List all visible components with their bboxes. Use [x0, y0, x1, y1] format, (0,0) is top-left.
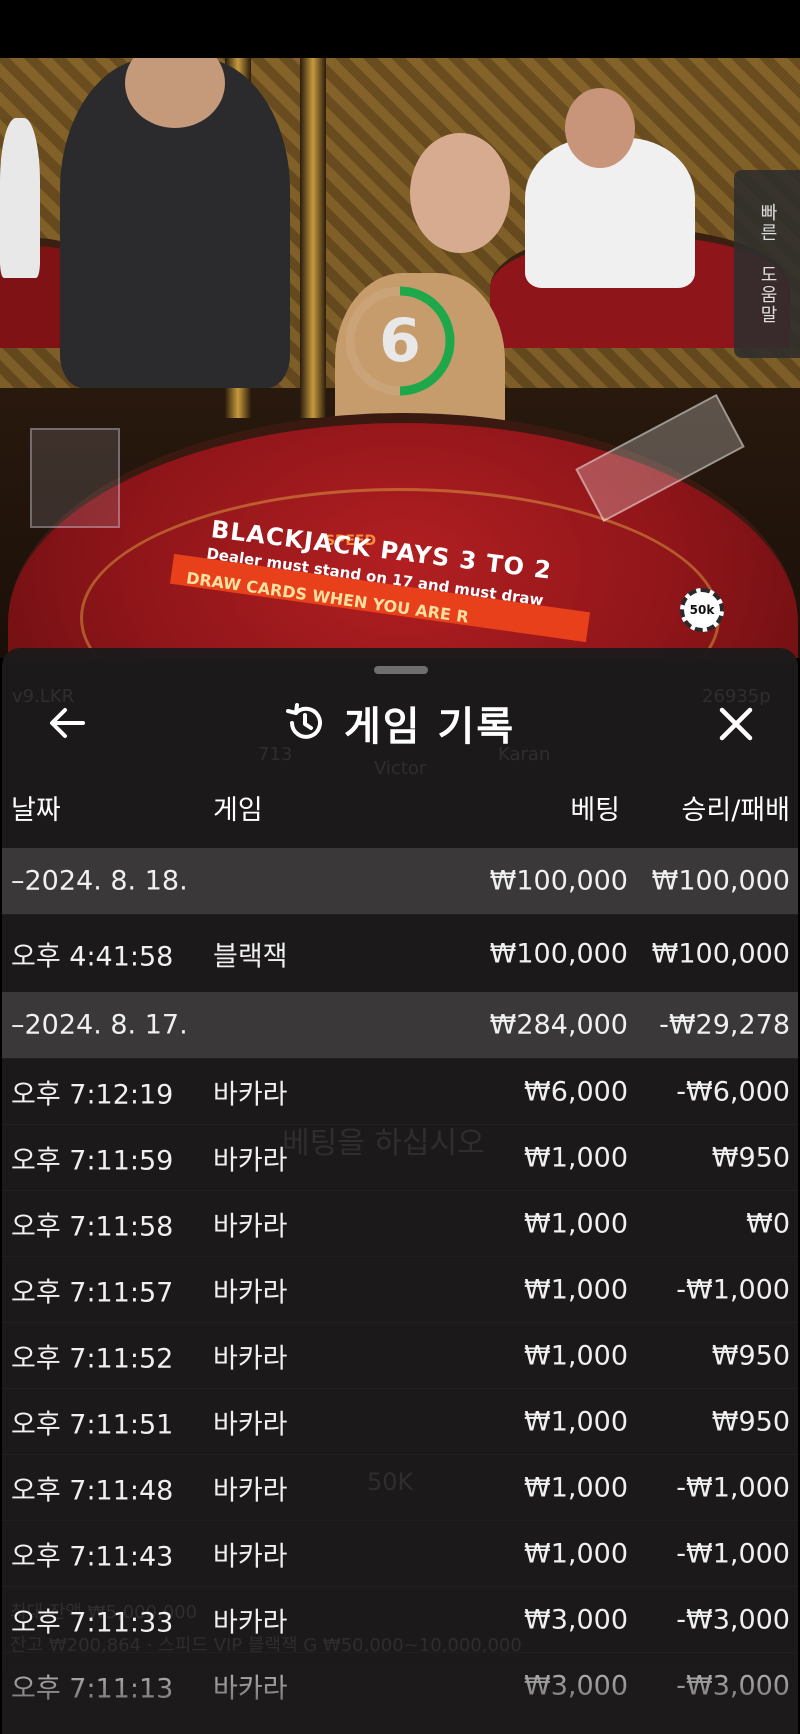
group-date: –2024. 8. 18.	[11, 865, 188, 897]
row-bet: ₩1,000	[524, 1340, 628, 1371]
date-group-row[interactable]: –2024. 8. 17. ₩284,000 -₩29,278	[2, 992, 798, 1058]
row-game: 바카라	[213, 1541, 288, 1572]
row-time: 오후 7:11:57	[11, 1277, 174, 1308]
row-result: ₩100,000	[651, 938, 790, 969]
row-result: ₩0	[746, 1208, 790, 1239]
list-fade	[2, 1638, 798, 1734]
group-date: –2024. 8. 17.	[11, 1009, 188, 1041]
row-game: 바카라	[213, 1607, 288, 1638]
column-header-game: 게임	[213, 795, 263, 826]
row-bet: ₩1,000	[524, 1208, 628, 1239]
row-bet: ₩1,000	[524, 1142, 628, 1173]
ghost-seat-b: Victor	[374, 758, 427, 779]
history-row[interactable]: 오후 7:11:59 바카라 ₩1,000 ₩950	[2, 1124, 798, 1190]
history-row[interactable]: 오후 7:11:58 바카라 ₩1,000 ₩0	[2, 1190, 798, 1256]
row-time: 오후 7:11:52	[11, 1343, 174, 1374]
history-row[interactable]: 오후 7:11:52 바카라 ₩1,000 ₩950	[2, 1322, 798, 1388]
row-result: -₩1,000	[676, 1274, 790, 1305]
history-row[interactable]: 오후 7:11:51 바카라 ₩1,000 ₩950	[2, 1388, 798, 1454]
row-bet: ₩1,000	[524, 1274, 628, 1305]
row-result: ₩950	[711, 1406, 790, 1437]
group-bet-total: ₩100,000	[489, 865, 628, 897]
history-row[interactable]: 오후 7:11:48 바카라 ₩1,000 -₩1,000	[2, 1454, 798, 1520]
sheet-drag-handle[interactable]	[374, 666, 428, 674]
close-icon	[719, 707, 753, 741]
person-head	[565, 88, 635, 168]
column-header-bet: 베팅	[570, 795, 620, 826]
row-bet: ₩1,000	[524, 1406, 628, 1437]
row-bet: ₩1,000	[524, 1538, 628, 1569]
row-time: 오후 7:12:19	[11, 1079, 174, 1110]
back-button[interactable]	[42, 698, 92, 748]
quick-help-label-1: 빠른	[757, 203, 778, 243]
row-game: 바카라	[213, 1409, 288, 1440]
group-bet-total: ₩284,000	[489, 1009, 628, 1041]
arrow-left-icon	[50, 708, 85, 738]
row-time: 오후 4:41:58	[11, 941, 174, 972]
sheet-title: 게임 기록	[344, 704, 516, 750]
history-row[interactable]: 오후 4:41:58 블랙잭 ₩100,000 ₩100,000	[2, 914, 798, 992]
quick-help-tab[interactable]: 빠른 도움말	[734, 170, 800, 358]
group-result-total: -₩29,278	[659, 1009, 790, 1041]
row-game: 바카라	[213, 1277, 288, 1308]
row-result: -₩6,000	[676, 1076, 790, 1107]
history-row[interactable]: 오후 7:12:19 바카라 ₩6,000 -₩6,000	[2, 1058, 798, 1124]
column-headers: 날짜 게임 베팅 승리/패배	[2, 778, 798, 830]
row-bet: ₩6,000	[524, 1076, 628, 1107]
row-time: 오후 7:11:59	[11, 1145, 174, 1176]
person-head	[410, 133, 510, 253]
row-result: ₩950	[711, 1142, 790, 1173]
pillar	[300, 58, 326, 418]
history-row[interactable]: 오후 7:11:57 바카라 ₩1,000 -₩1,000	[2, 1256, 798, 1322]
row-time: 오후 7:11:51	[11, 1409, 174, 1440]
row-game: 바카라	[213, 1475, 288, 1506]
history-row[interactable]: 오후 7:11:43 바카라 ₩1,000 -₩1,000	[2, 1520, 798, 1586]
date-group-row[interactable]: –2024. 8. 18. ₩100,000 ₩100,000	[2, 848, 798, 914]
row-time: 오후 7:11:43	[11, 1541, 174, 1572]
close-button[interactable]	[710, 698, 762, 750]
quick-help-label-2: 도움말	[757, 265, 778, 325]
game-history-sheet: v9.LKR 26935p 713 Victor Karan 베팅을 하십시오 …	[2, 648, 798, 1734]
row-bet: ₩1,000	[524, 1472, 628, 1503]
group-result-total: ₩100,000	[651, 865, 790, 897]
column-header-result: 승리/패배	[681, 795, 790, 826]
chip-icon: 50k	[680, 588, 724, 632]
row-game: 바카라	[213, 1145, 288, 1176]
discard-tray	[30, 428, 120, 528]
row-game: 블랙잭	[213, 941, 288, 972]
countdown-number: 6	[379, 306, 421, 376]
row-time: 오후 7:11:58	[11, 1211, 174, 1242]
history-list: –2024. 8. 18. ₩100,000 ₩100,000 오후 4:41:58 블…	[2, 848, 798, 1718]
sheet-title-group: 게임 기록	[284, 698, 515, 750]
column-header-date: 날짜	[11, 795, 61, 826]
row-result: -₩3,000	[676, 1604, 790, 1635]
row-game: 바카라	[213, 1343, 288, 1374]
row-game: 바카라	[213, 1079, 288, 1110]
row-bet: ₩3,000	[524, 1604, 628, 1635]
status-bar	[0, 0, 800, 58]
row-result: ₩950	[711, 1340, 790, 1371]
sheet-header: 게임 기록	[2, 688, 798, 758]
row-bet: ₩100,000	[489, 938, 628, 969]
row-result: -₩1,000	[676, 1538, 790, 1569]
row-game: 바카라	[213, 1211, 288, 1242]
history-icon	[286, 703, 322, 739]
person-edge	[0, 118, 40, 278]
row-result: -₩1,000	[676, 1472, 790, 1503]
row-time: 오후 7:11:48	[11, 1475, 174, 1506]
row-time: 오후 7:11:33	[11, 1607, 174, 1638]
